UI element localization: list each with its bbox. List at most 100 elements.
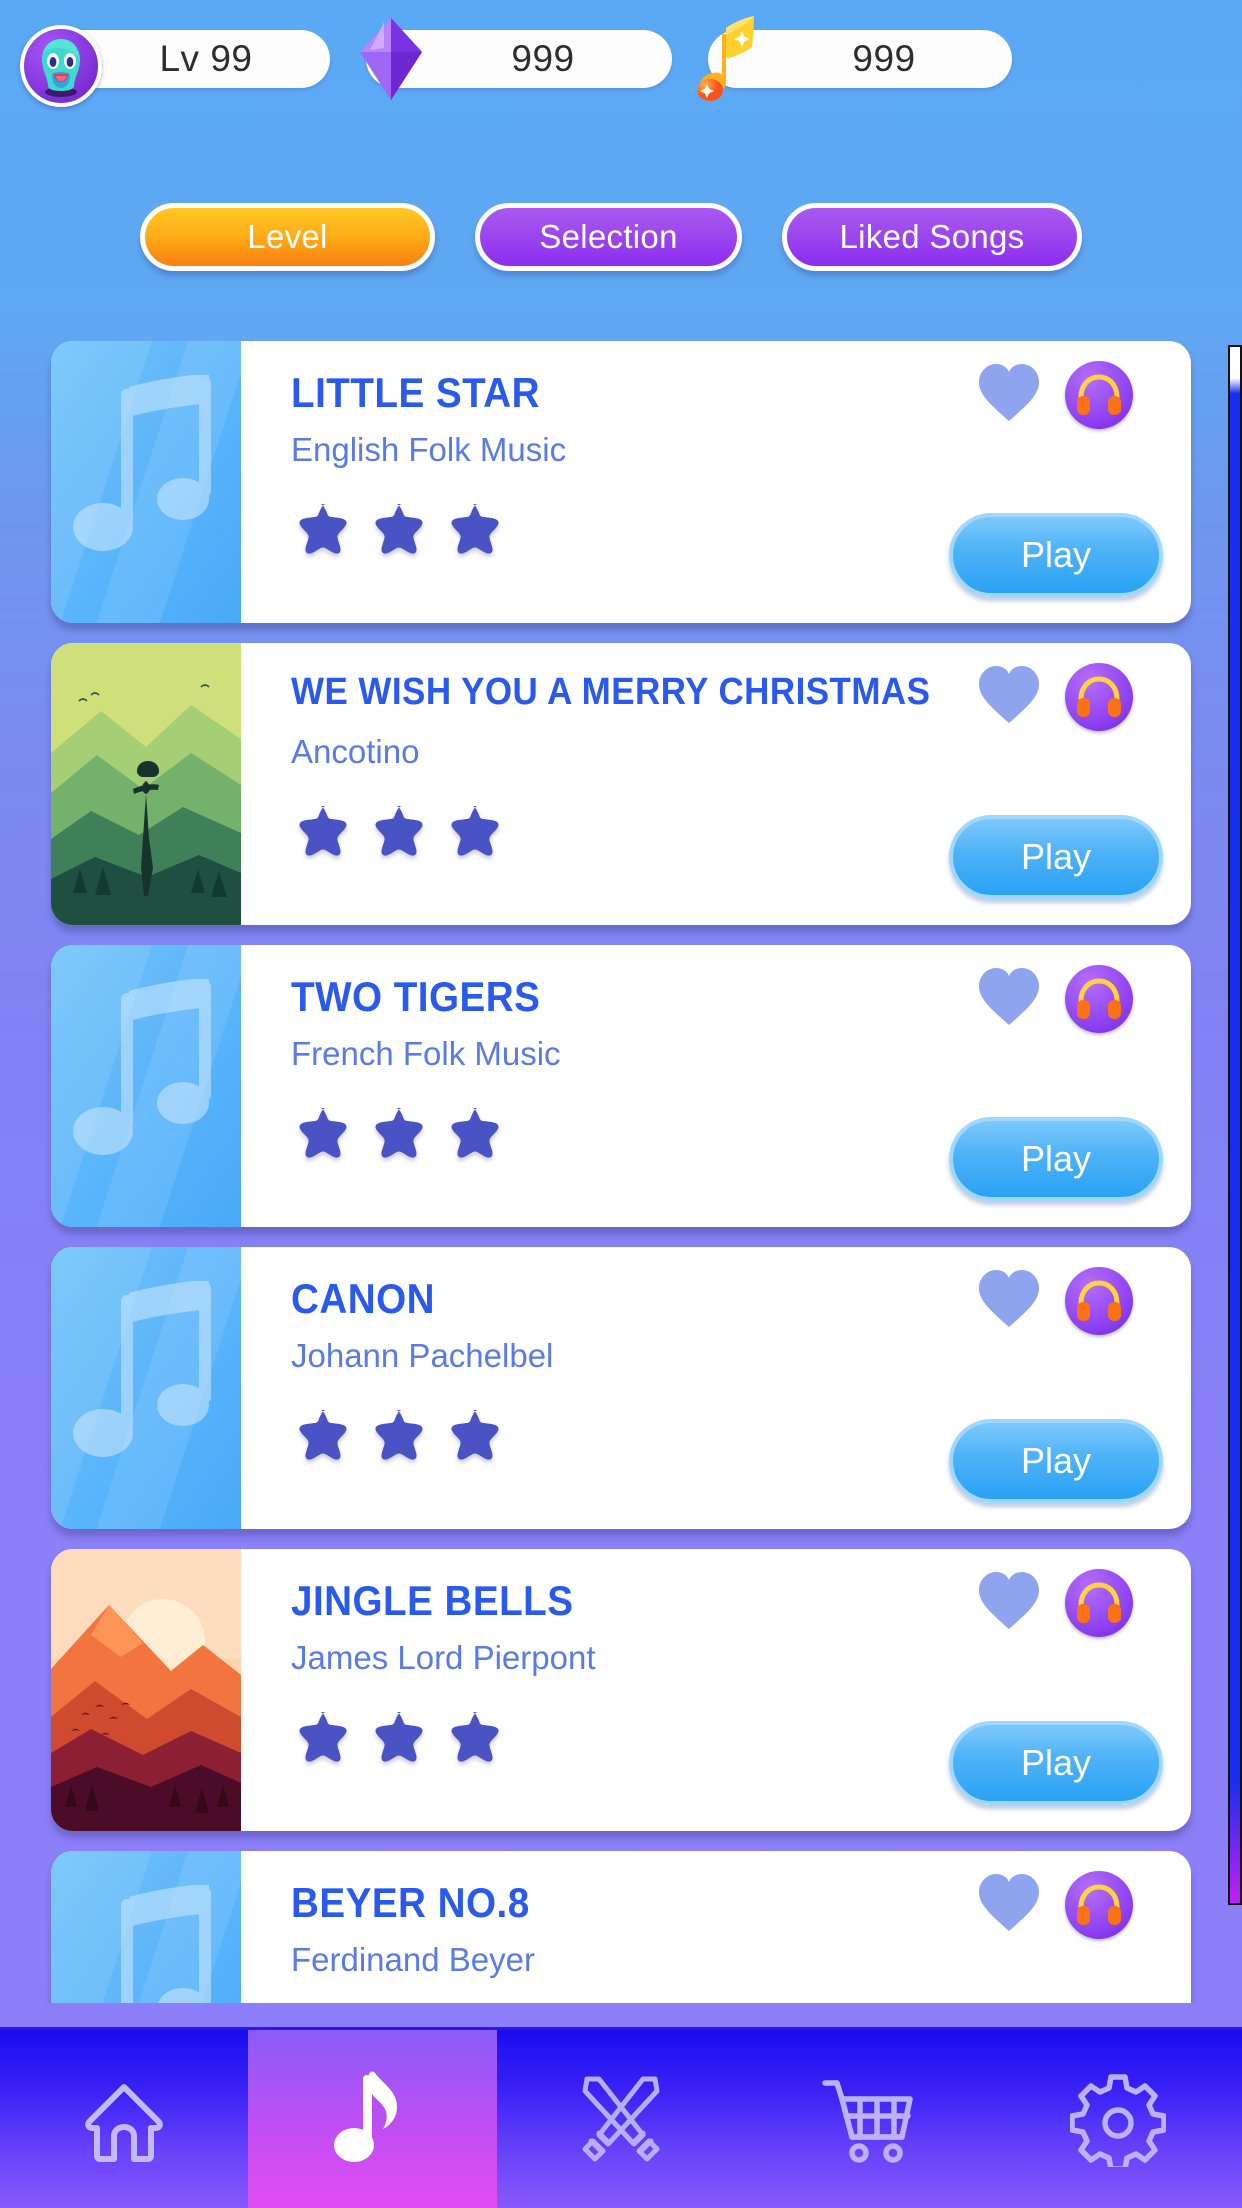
- bottom-navigation-bar: [0, 2027, 1242, 2208]
- song-rating-stars: [291, 501, 501, 559]
- notes-value: 999: [852, 38, 916, 79]
- star-icon: [375, 504, 423, 554]
- gear-icon: [1069, 2074, 1166, 2167]
- song-title: CANON: [291, 1275, 435, 1322]
- nav-battle[interactable]: [497, 2030, 745, 2208]
- gems-value: 999: [511, 38, 575, 79]
- star-icon: [451, 1410, 499, 1460]
- star-icon: [451, 806, 499, 856]
- play-button-label: Play: [1020, 1138, 1092, 1179]
- tab-level[interactable]: Level: [140, 203, 435, 271]
- song-title: JINGLE BELLS: [291, 1577, 574, 1624]
- headphones-icon[interactable]: [1065, 965, 1133, 1033]
- play-button[interactable]: Play: [949, 1419, 1163, 1503]
- star-icon: [299, 1108, 347, 1158]
- scrollbar-track[interactable]: [1228, 345, 1242, 1967]
- play-button-label: Play: [1020, 1440, 1092, 1481]
- song-list[interactable]: LITTLE STAR English Folk Music Play WE W…: [0, 341, 1242, 2003]
- play-button[interactable]: Play: [949, 815, 1163, 899]
- song-thumbnail: [51, 1851, 241, 2003]
- star-icon: [451, 504, 499, 554]
- nav-settings[interactable]: [994, 2030, 1242, 2208]
- headphones-icon[interactable]: [1065, 1871, 1133, 1939]
- heart-icon[interactable]: [977, 663, 1041, 725]
- scrollbar-thumb[interactable]: [1228, 345, 1242, 1905]
- level-slot[interactable]: Lv 99: [20, 25, 330, 107]
- nav-music[interactable]: [248, 2030, 497, 2208]
- green-hills-art-icon: [51, 643, 241, 925]
- headphones-icon[interactable]: [1065, 1267, 1133, 1335]
- play-button[interactable]: Play: [949, 1117, 1163, 1201]
- play-button[interactable]: Play: [949, 513, 1163, 597]
- gems-slot[interactable]: 999: [360, 18, 672, 100]
- star-icon: [299, 806, 347, 856]
- song-rating-stars: [291, 1709, 501, 1767]
- nav-shop[interactable]: [745, 2030, 993, 2208]
- tab-level-label: Level: [247, 218, 328, 255]
- song-artist: English Folk Music: [291, 431, 567, 468]
- song-title: TWO TIGERS: [291, 973, 541, 1020]
- play-button-label: Play: [1020, 836, 1092, 877]
- music-note-icon: [333, 2071, 397, 2162]
- star-icon: [451, 1712, 499, 1762]
- song-artist: French Folk Music: [291, 1035, 561, 1072]
- song-card[interactable]: WE WISH YOU A MERRY CHRISTMAS Ancotino P…: [51, 643, 1191, 925]
- star-icon: [299, 1712, 347, 1762]
- tab-selection-label: Selection: [539, 218, 678, 255]
- music-note-watermark-icon: [73, 1281, 211, 1457]
- song-info: BEYER NO.8 Ferdinand Beyer: [241, 1851, 1191, 2003]
- song-thumbnail: [51, 1247, 241, 1529]
- song-info: TWO TIGERS French Folk Music Play: [241, 945, 1191, 1227]
- star-icon: [299, 504, 347, 554]
- play-button-label: Play: [1020, 534, 1092, 575]
- nav-home[interactable]: [0, 2030, 248, 2208]
- headphones-icon[interactable]: [1065, 663, 1133, 731]
- song-thumbnail: [51, 341, 241, 623]
- song-card[interactable]: TWO TIGERS French Folk Music Play: [51, 945, 1191, 1227]
- tab-liked-songs[interactable]: Liked Songs: [782, 203, 1082, 271]
- tab-selection[interactable]: Selection: [475, 203, 742, 271]
- star-icon: [375, 806, 423, 856]
- music-note-watermark-icon: [121, 1885, 211, 2003]
- heart-icon[interactable]: [977, 965, 1041, 1027]
- song-thumbnail: [51, 1549, 241, 1831]
- song-card[interactable]: LITTLE STAR English Folk Music Play: [51, 341, 1191, 623]
- play-button-label: Play: [1020, 1742, 1092, 1783]
- song-artist: Johann Pachelbel: [291, 1337, 554, 1374]
- sunset-mountain-art-icon: [51, 1549, 241, 1831]
- headphones-icon[interactable]: [1065, 1569, 1133, 1637]
- heart-icon[interactable]: [977, 1569, 1041, 1631]
- song-title: WE WISH YOU A MERRY CHRISTMAS: [291, 671, 931, 713]
- song-rating-stars: [291, 1407, 501, 1465]
- shopping-cart-icon: [822, 2080, 914, 2163]
- star-icon: [451, 1108, 499, 1158]
- song-info: LITTLE STAR English Folk Music Play: [241, 341, 1191, 623]
- tab-liked-songs-label: Liked Songs: [839, 218, 1025, 255]
- music-note-currency-icon: [698, 16, 754, 101]
- diamond-gem-icon: [360, 18, 422, 100]
- play-button[interactable]: Play: [949, 1721, 1163, 1805]
- heart-icon[interactable]: [977, 1267, 1041, 1329]
- song-rating-stars: [291, 803, 501, 861]
- top-hud-bar: Lv 99 999 999: [0, 16, 1242, 107]
- song-info: WE WISH YOU A MERRY CHRISTMAS Ancotino P…: [241, 643, 1191, 925]
- song-thumbnail: [51, 643, 241, 925]
- song-info: CANON Johann Pachelbel Play: [241, 1247, 1191, 1529]
- star-icon: [299, 1410, 347, 1460]
- song-card[interactable]: BEYER NO.8 Ferdinand Beyer: [51, 1851, 1191, 2003]
- heart-icon[interactable]: [977, 1871, 1041, 1933]
- song-rating-stars: [291, 1105, 501, 1163]
- song-card[interactable]: JINGLE BELLS James Lord Pierpont Play: [51, 1549, 1191, 1831]
- level-value: Lv 99: [159, 38, 253, 79]
- music-note-watermark-icon: [73, 375, 211, 551]
- song-artist: James Lord Pierpont: [291, 1639, 596, 1676]
- monster-avatar-icon[interactable]: [20, 25, 102, 107]
- song-thumbnail: [51, 945, 241, 1227]
- notes-slot[interactable]: 999: [698, 16, 1012, 101]
- heart-icon[interactable]: [977, 361, 1041, 423]
- song-artist: Ancotino: [291, 733, 420, 770]
- song-card[interactable]: CANON Johann Pachelbel Play: [51, 1247, 1191, 1529]
- list-scrollbar[interactable]: [1224, 345, 1242, 1967]
- headphones-icon[interactable]: [1065, 361, 1133, 429]
- song-artist: Ferdinand Beyer: [291, 1941, 535, 1978]
